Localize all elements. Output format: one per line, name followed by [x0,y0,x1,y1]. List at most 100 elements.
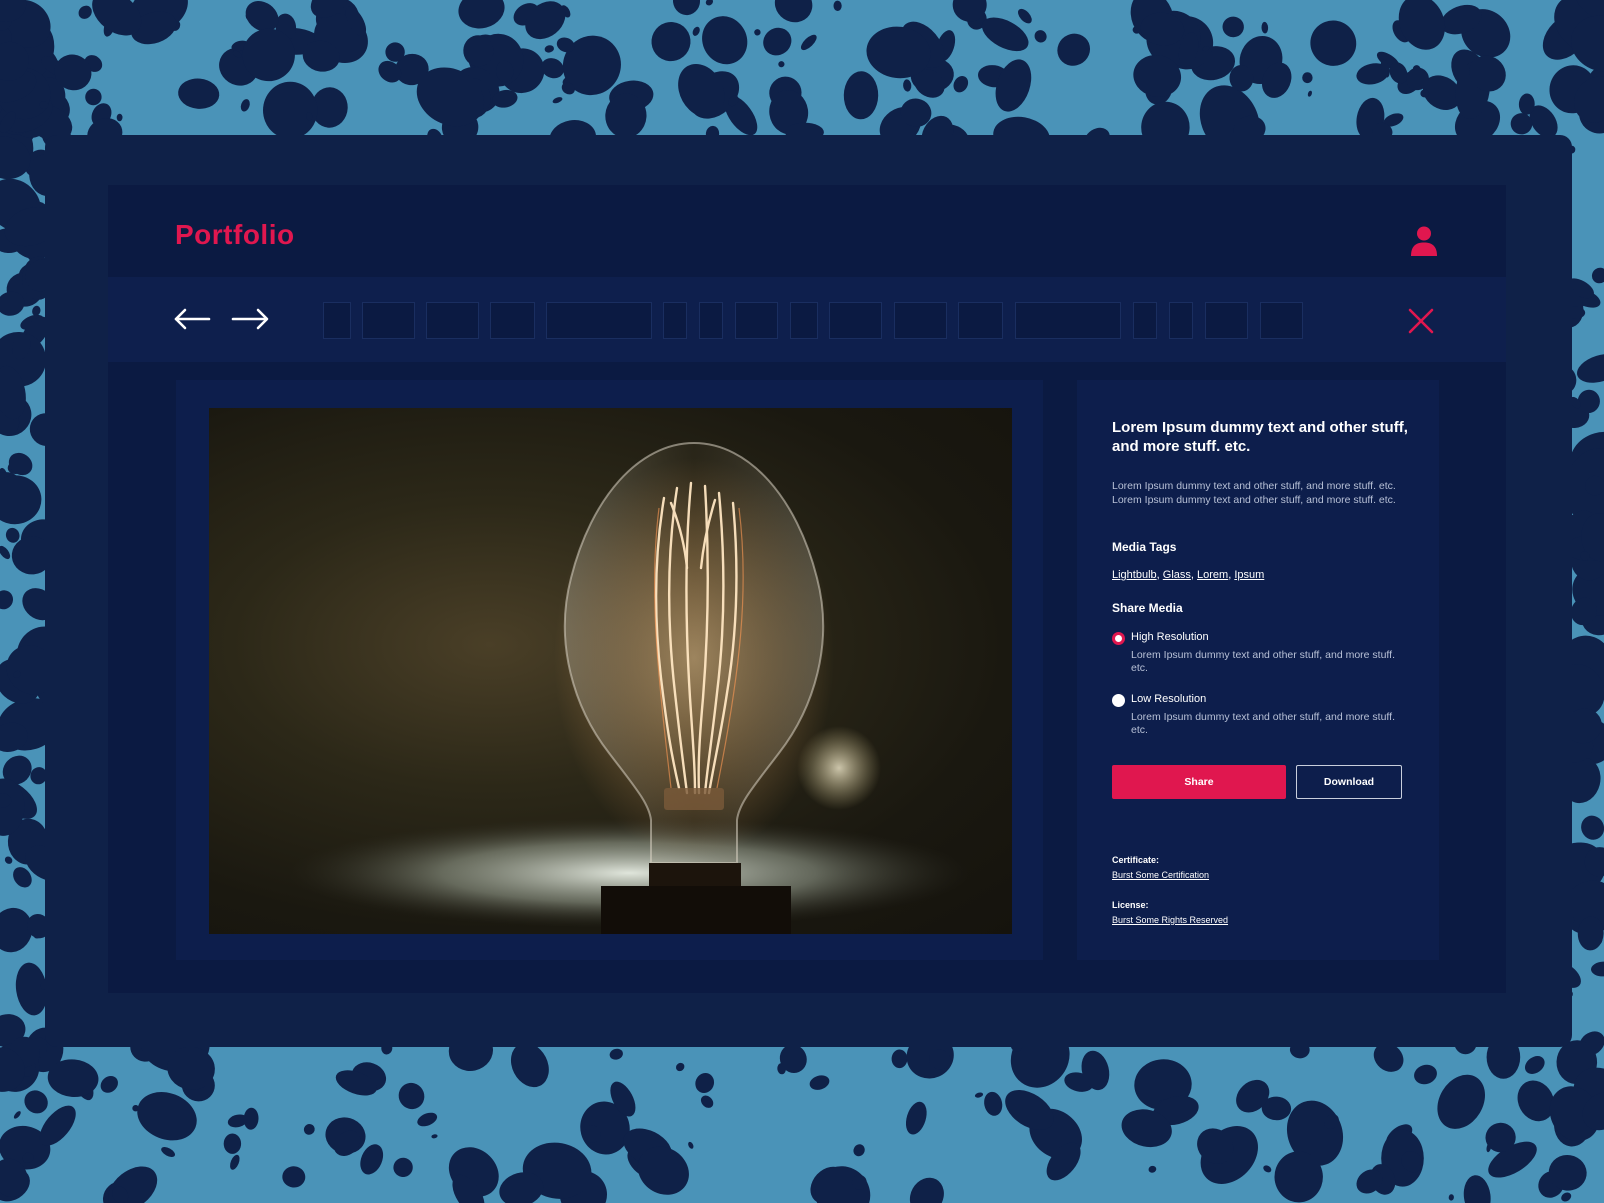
share-button[interactable]: Share [1112,765,1286,799]
splatter-blob [700,1095,714,1108]
thumbnail[interactable] [829,302,882,339]
media-title: Lorem Ipsum dummy text and other stuff, … [1112,419,1408,455]
splatter-blob [1263,1165,1272,1173]
splatter-blob [675,1062,685,1072]
splatter-blob [1310,20,1357,66]
splatter-blob [282,1166,306,1188]
splatter-blob [800,34,817,51]
splatter-blob [692,26,700,36]
splatter-blob [903,79,912,92]
lightbulb-photo [209,408,1012,934]
splatter-blob [13,1111,21,1119]
thumbnail[interactable] [1205,302,1248,339]
option-label[interactable]: High Resolution [1131,631,1209,643]
splatter-blob [1148,1165,1157,1173]
radio-button-selected[interactable] [1112,632,1125,645]
splatter-blob [651,22,691,62]
license-label: License: [1112,900,1149,910]
thumbnail[interactable] [490,302,535,339]
splatter-blob [853,1144,865,1157]
lightbulb-illustration [289,441,969,934]
splatter-blob [544,45,554,53]
logo[interactable]: Portfolio [175,219,295,251]
splatter-blob [0,590,14,610]
splatter-blob [778,61,785,68]
splatter-blob [1057,33,1091,66]
thumbnail[interactable] [663,302,687,339]
thumbnail[interactable] [1015,302,1121,339]
splatter-blob [833,0,842,11]
media-details-panel: Lorem Ipsum dummy text and other stuff, … [1077,380,1439,960]
tag-link[interactable]: Lorem [1197,569,1228,581]
media-description: Lorem Ipsum dummy text and other stuff, … [1112,480,1396,506]
splatter-blob [4,856,13,864]
splatter-blob [891,1049,908,1069]
splatter-blob [1307,90,1312,97]
thumbnail[interactable] [362,302,415,339]
splatter-blob [1261,21,1269,34]
arrow-right-icon[interactable] [230,307,270,331]
option-label[interactable]: Low Resolution [1131,693,1206,705]
splatter-blob [458,0,505,29]
splatter-blob [24,1090,48,1114]
thumbnail[interactable] [426,302,479,339]
splatter-blob [688,1141,694,1149]
splatter-blob [702,16,748,65]
splatter-blob [1581,815,1604,840]
splatter-blob [984,1091,1003,1116]
thumbnail[interactable] [894,302,947,339]
certificate-link[interactable]: Burst Some Certification [1112,870,1209,880]
splatter-blob [398,1082,425,1110]
splatter-blob [1577,354,1604,383]
splatter-blob [974,1092,984,1098]
splatter-blob [1437,1074,1485,1129]
splatter-blob [230,1154,240,1170]
thumbnail[interactable] [735,302,778,339]
splatter-blob [417,1112,438,1127]
splatter-blob [1222,16,1244,38]
thumbnail[interactable] [323,302,351,339]
splatter-blob [116,113,123,122]
thumbnail[interactable] [1133,302,1157,339]
splatter-blob [953,76,969,93]
thumbnail[interactable] [1260,302,1303,339]
arrow-left-icon[interactable] [173,307,213,331]
media-navigation-bar [108,277,1506,362]
splatter-blob [1414,1064,1437,1085]
splatter-blob [85,88,102,106]
tag-link[interactable]: Lightbulb [1112,569,1157,581]
splatter-blob [1463,1175,1491,1203]
thumbnail[interactable] [699,302,723,339]
media-tags-heading: Media Tags [1112,540,1177,554]
media-preview-panel [176,380,1043,960]
close-icon[interactable] [1408,308,1434,334]
splatter-blob [108,1166,158,1203]
thumbnail[interactable] [1169,302,1193,339]
splatter-blob [161,1146,176,1158]
tag-link[interactable]: Glass [1163,569,1191,581]
splatter-blob [763,27,792,56]
user-icon[interactable] [1410,225,1438,257]
splatter-blob [705,0,713,6]
tag-link[interactable]: Ipsum [1234,569,1264,581]
app-window: Portfolio Lorem Ipsum dummy text and oth… [108,185,1506,993]
splatter-blob [1448,1194,1454,1201]
splatter-blob [809,1075,830,1090]
license-link[interactable]: Burst Some Rights Reserved [1112,915,1228,925]
download-button[interactable]: Download [1296,765,1402,799]
splatter-blob [1591,961,1604,977]
thumbnail[interactable] [546,302,652,339]
splatter-blob [240,99,250,112]
splatter-blob [100,1076,118,1093]
splatter-blob [78,5,92,19]
option-description: Lorem Ipsum dummy text and other stuff, … [1131,711,1395,736]
splatter-blob [1524,1056,1545,1074]
splatter-blob [223,1133,242,1154]
thumbnail[interactable] [958,302,1003,339]
thumbnail[interactable] [790,302,818,339]
splatter-blob [0,475,42,525]
splatter-blob [303,1124,315,1135]
radio-button[interactable] [1112,694,1125,707]
splatter-blob [178,78,220,109]
media-tags: Lightbulb, Glass, Lorem, Ipsum [1112,569,1265,581]
